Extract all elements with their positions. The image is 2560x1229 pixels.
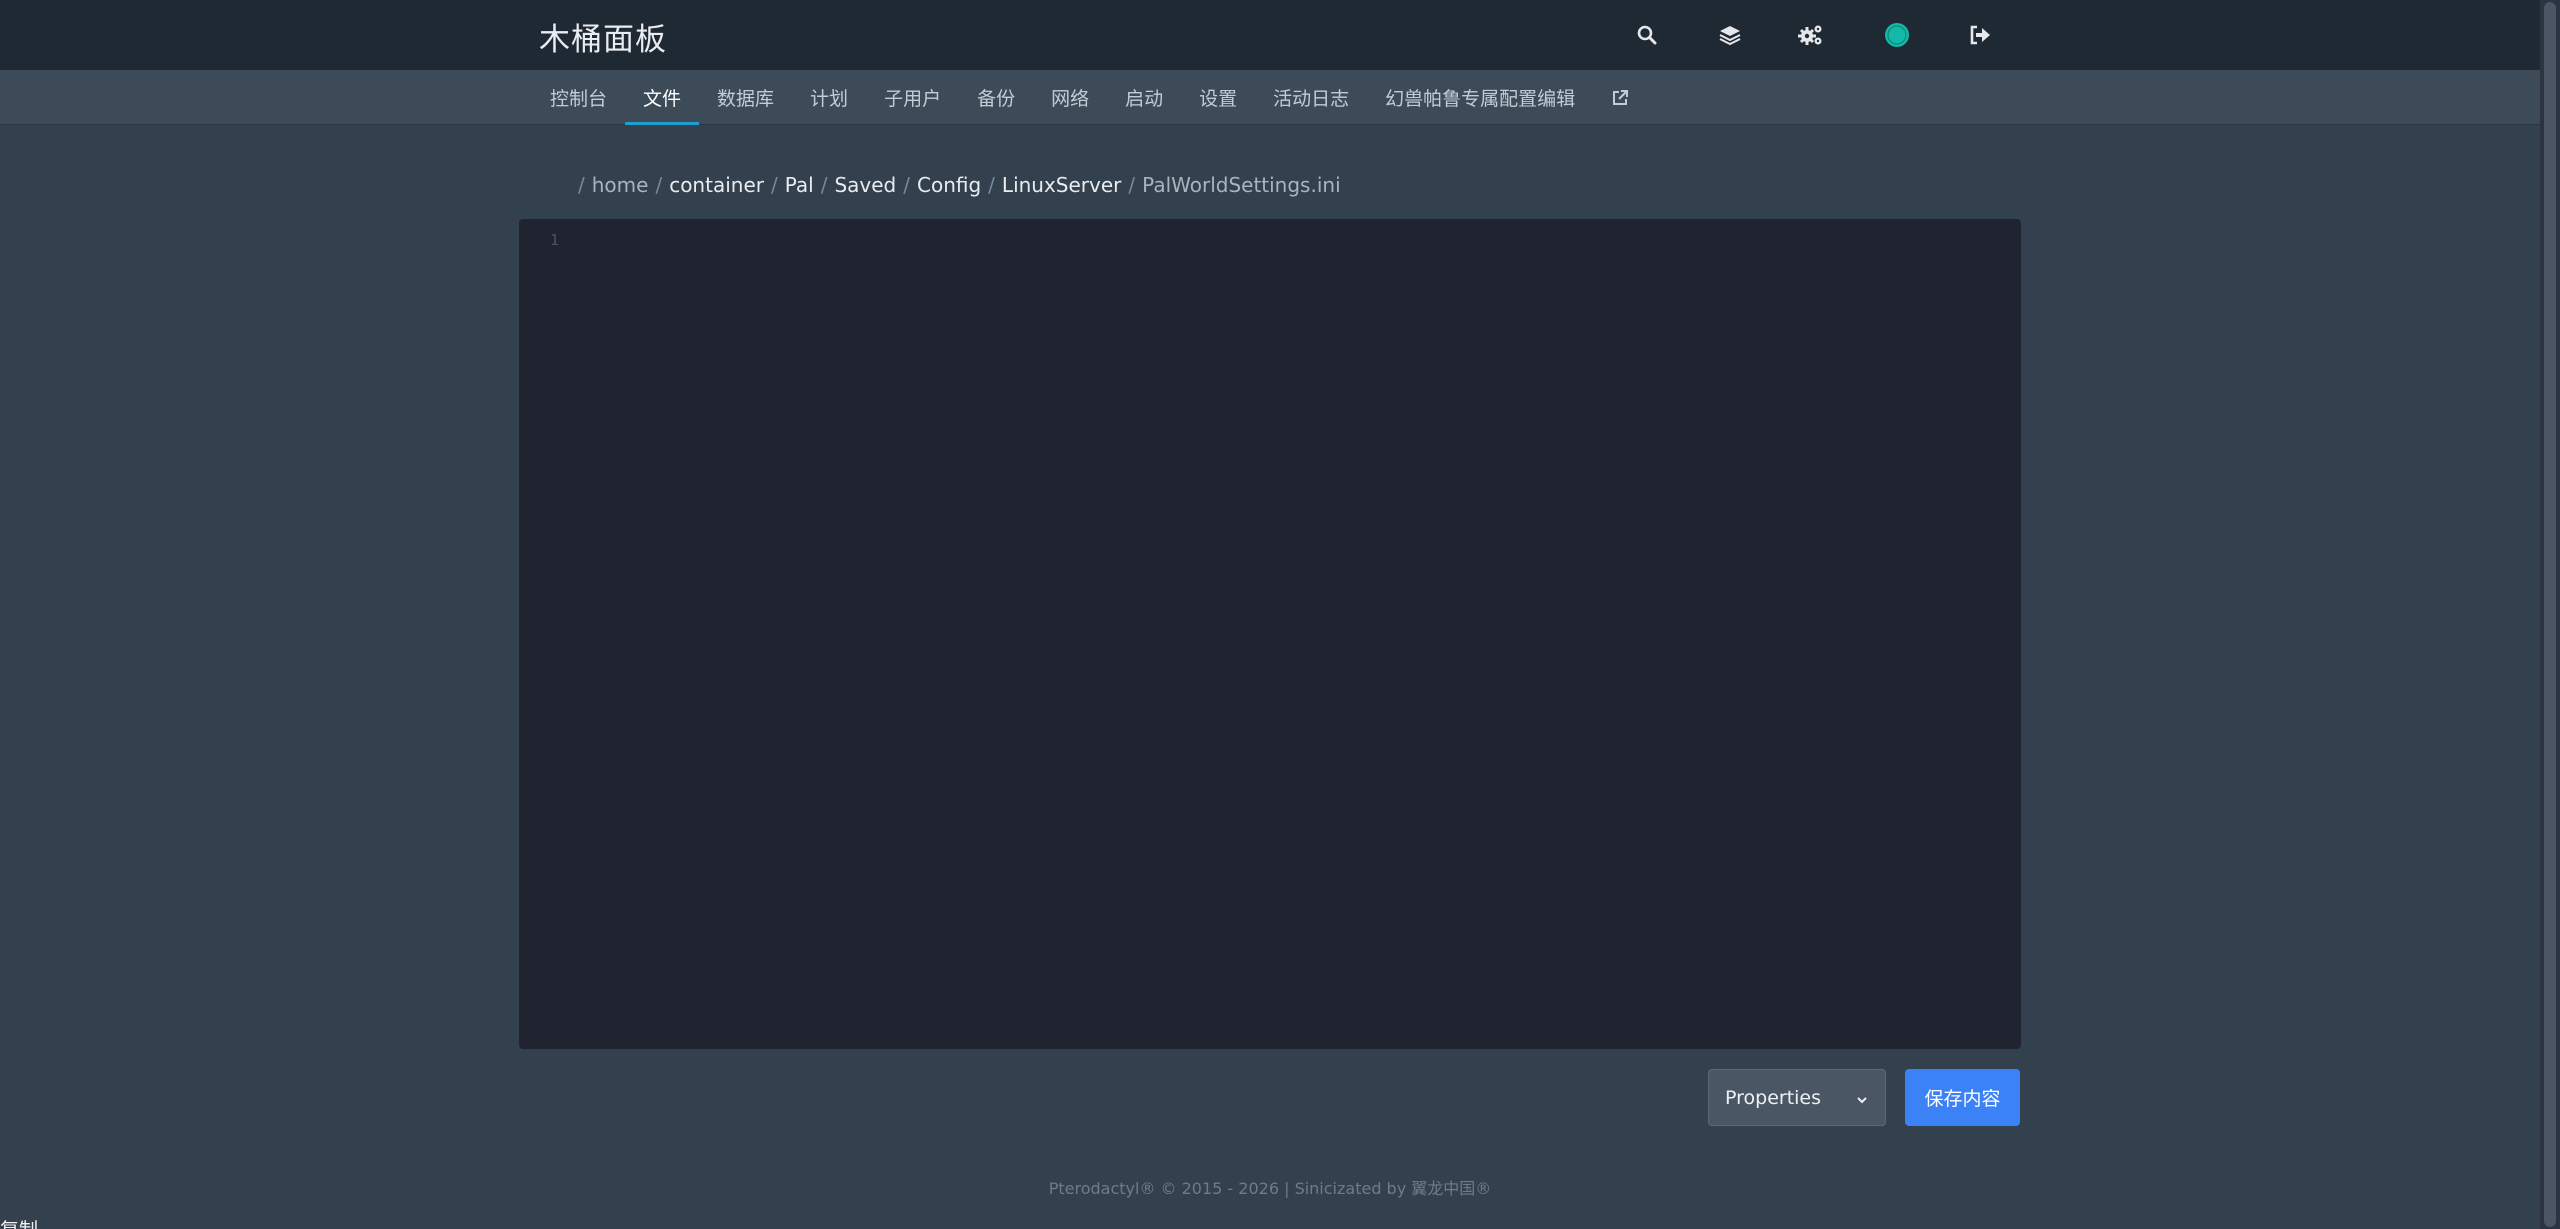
top-icons <box>1630 18 2010 52</box>
breadcrumb-separator: / <box>770 173 778 197</box>
scrollbar-thumb[interactable] <box>2544 2 2556 1227</box>
external-link-icon <box>1611 89 1629 107</box>
tab-external-link[interactable] <box>1593 70 1647 125</box>
tab-schedules[interactable]: 计划 <box>792 70 866 125</box>
tab-databases[interactable]: 数据库 <box>699 70 792 125</box>
top-bar: 木桶面板 <box>0 0 2560 70</box>
layers-icon[interactable] <box>1713 18 1747 52</box>
tab-console[interactable]: 控制台 <box>532 70 625 125</box>
breadcrumb: / home / container / Pal / Saved / Confi… <box>578 173 1341 197</box>
stray-copy-text: 复制 <box>0 1215 38 1229</box>
footer-credits: Pterodactyl® © 2015 - 2026 | Sinicizated… <box>1048 1179 1492 1198</box>
chevron-down-icon <box>1855 1090 1869 1112</box>
tab-backups[interactable]: 备份 <box>959 70 1033 125</box>
breadcrumb-separator: / <box>903 173 910 197</box>
language-mode-value: Properties <box>1725 1086 1822 1109</box>
search-icon[interactable] <box>1630 18 1664 52</box>
language-mode-select[interactable]: Properties <box>1708 1069 1886 1126</box>
brand-title[interactable]: 木桶面板 <box>539 14 667 59</box>
breadcrumb-pal[interactable]: Pal <box>785 173 814 197</box>
page-scrollbar[interactable] <box>2540 0 2560 1229</box>
tab-network[interactable]: 网络 <box>1033 70 1107 125</box>
breadcrumb-separator: / <box>820 173 828 197</box>
editor-gutter: 1 <box>519 219 559 1049</box>
server-nav: 控制台 文件 数据库 计划 子用户 备份 网络 启动 设置 活动日志 幻兽帕鲁专… <box>0 70 2560 125</box>
breadcrumb-saved[interactable]: Saved <box>834 173 896 197</box>
breadcrumb-container[interactable]: container <box>669 173 764 197</box>
save-content-button[interactable]: 保存内容 <box>1905 1069 2020 1126</box>
breadcrumb-separator: / <box>988 173 995 197</box>
code-editor[interactable]: 1 <box>519 219 2021 1049</box>
gears-icon[interactable] <box>1794 18 1828 52</box>
tab-palworld-config[interactable]: 幻兽帕鲁专属配置编辑 <box>1367 70 1593 125</box>
nav-items: 控制台 文件 数据库 计划 子用户 备份 网络 启动 设置 活动日志 幻兽帕鲁专… <box>532 70 1647 125</box>
breadcrumb-home[interactable]: home <box>592 173 649 197</box>
tab-activity[interactable]: 活动日志 <box>1255 70 1367 125</box>
avatar[interactable] <box>1880 18 1914 52</box>
tab-startup[interactable]: 启动 <box>1107 70 1181 125</box>
breadcrumb-separator: / <box>655 173 663 197</box>
tab-files[interactable]: 文件 <box>625 70 700 125</box>
breadcrumb-separator: / <box>1128 173 1136 197</box>
tab-settings[interactable]: 设置 <box>1181 70 1255 125</box>
breadcrumb-separator: / <box>578 173 585 197</box>
sign-out-icon[interactable] <box>1963 18 1997 52</box>
breadcrumb-linuxserver[interactable]: LinuxServer <box>1002 173 1121 197</box>
tab-subusers[interactable]: 子用户 <box>866 70 959 125</box>
breadcrumb-current-file: PalWorldSettings.ini <box>1142 173 1341 197</box>
breadcrumb-config[interactable]: Config <box>917 173 981 197</box>
line-number: 1 <box>549 231 559 249</box>
